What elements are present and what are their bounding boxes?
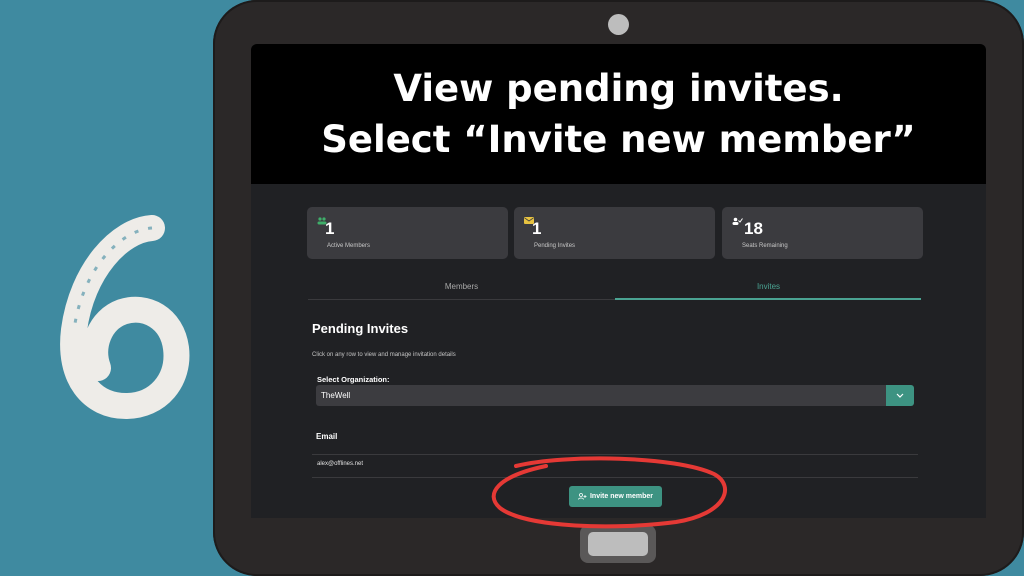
tab-underline bbox=[308, 299, 615, 300]
section-subtitle: Click on any row to view and manage invi… bbox=[312, 352, 456, 358]
stat-label: Active Members bbox=[327, 243, 371, 249]
stat-value: 1 bbox=[532, 219, 542, 238]
stat-card-pending-invites: 1 Pending Invites bbox=[514, 207, 715, 259]
email-column-header: Email bbox=[316, 432, 338, 441]
stat-card-seats-remaining: 18 Seats Remaining bbox=[722, 207, 923, 259]
tablet-screen: View pending invites. Select “Invite new… bbox=[251, 44, 986, 518]
organization-select[interactable]: TheWell bbox=[316, 385, 886, 406]
section-title: Pending Invites bbox=[312, 321, 409, 336]
stat-label: Pending Invites bbox=[534, 243, 576, 249]
tab-invites[interactable]: Invites bbox=[615, 282, 922, 291]
user-check-icon bbox=[732, 217, 743, 225]
tab-members[interactable]: Members bbox=[308, 282, 615, 291]
banner-line-1: View pending invites. bbox=[393, 67, 844, 110]
tab-active-indicator bbox=[615, 298, 921, 300]
stat-label: Seats Remaining bbox=[742, 243, 788, 249]
table-row[interactable]: alex@offlines.net bbox=[317, 461, 363, 467]
organization-label: Select Organization: bbox=[317, 375, 390, 384]
stat-value: 1 bbox=[325, 219, 335, 238]
banner-line-2: Select “Invite new member” bbox=[321, 118, 916, 161]
camera-icon bbox=[608, 14, 629, 35]
step-number-six bbox=[60, 215, 190, 420]
home-button-face bbox=[588, 532, 648, 556]
organization-value: TheWell bbox=[321, 391, 351, 400]
stat-value: 18 bbox=[744, 219, 763, 238]
instruction-banner: View pending invites. Select “Invite new… bbox=[251, 44, 986, 184]
highlight-circle bbox=[491, 456, 727, 529]
organization-dropdown-button[interactable] bbox=[886, 385, 914, 406]
stat-card-active-members: 1 Active Members bbox=[307, 207, 508, 259]
chevron-down-icon bbox=[896, 393, 904, 398]
